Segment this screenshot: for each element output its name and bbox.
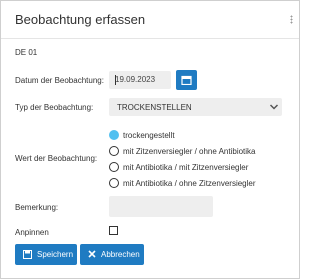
remark-input[interactable] (109, 196, 213, 217)
section-code: DE 01 (15, 48, 38, 57)
cancel-label: Abbrechen (101, 250, 140, 259)
date-label: Datum der Beobachtung: (15, 76, 104, 85)
floppy-disk-icon (23, 250, 32, 259)
dialog-header: Beobachtung erfassen (1, 1, 299, 39)
more-options-icon[interactable] (290, 15, 293, 24)
text-cursor (115, 75, 116, 85)
calendar-icon (181, 75, 192, 85)
value-option-label: mit Antibiotika / ohne Zitzenversiegler (123, 179, 256, 188)
radio-button[interactable] (109, 130, 119, 140)
value-option-label: mit Antibiotika / mit Zitzenversiegler (123, 163, 249, 172)
pin-checkbox[interactable] (109, 226, 118, 235)
type-selected-value: TROCKENSTELLEN (117, 103, 192, 112)
calendar-button[interactable] (176, 70, 197, 90)
observation-dialog: Beobachtung erfassen DE 01 Datum der Beo… (0, 0, 300, 279)
close-icon (88, 250, 96, 258)
type-select[interactable]: TROCKENSTELLEN (109, 98, 282, 116)
save-button[interactable]: Speichern (15, 244, 77, 265)
date-value: 19.09.2023 (115, 75, 156, 84)
radio-button[interactable] (109, 162, 119, 172)
value-option-label: trockengestellt (123, 131, 175, 140)
radio-button[interactable] (109, 146, 119, 156)
dialog-title: Beobachtung erfassen (15, 12, 146, 27)
remark-label: Bemerkung: (15, 203, 59, 212)
save-label: Speichern (37, 250, 74, 259)
radio-button[interactable] (109, 178, 119, 188)
cancel-button[interactable]: Abbrechen (80, 244, 144, 265)
pin-label: Anpinnen (15, 228, 49, 237)
chevron-down-icon (269, 104, 279, 110)
value-label: Wert der Beobachtung: (15, 154, 98, 163)
date-input[interactable]: 19.09.2023 (109, 71, 171, 89)
value-option-label: mit Zitzenversiegler / ohne Antibiotika (123, 147, 256, 156)
type-label: Typ der Beobachtung: (15, 103, 94, 112)
